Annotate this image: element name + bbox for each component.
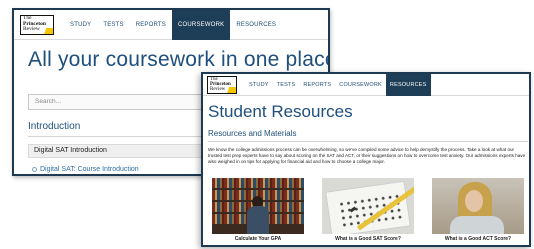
page-title: All your coursework in one place. [28,48,330,71]
nav-tests[interactable]: TESTS [97,10,129,40]
library-photo [212,178,304,234]
nav-resources[interactable]: RESOURCES [385,74,431,96]
nav-resources[interactable]: RESOURCES [230,10,282,40]
resources-window: The Princeton Review STUDY TESTS REPORTS… [201,72,531,247]
nav-coursework[interactable]: COURSEWORK [171,10,231,40]
section-heading: Resources and Materials [208,129,297,138]
nav-study[interactable]: STUDY [64,10,97,40]
divider [208,141,528,142]
page-title: Student Resources [208,102,353,121]
logo-yellow-stripe [43,28,53,34]
resource-cards: Calculate Your GPA What is a Good SAT Sc… [208,178,528,245]
top-nav: The Princeton Review STUDY TESTS REPORTS… [203,74,529,96]
student-photo [432,178,524,234]
exam-sheet-photo [322,178,414,234]
section-heading: Introduction [28,121,81,132]
resource-card-act[interactable]: What is a Good ACT Score? [428,178,528,245]
card-caption[interactable]: What is a Good ACT Score? [428,236,528,242]
logo-yellow-stripe [226,87,236,93]
intro-paragraph: We know the college admissions process c… [208,147,526,165]
card-caption[interactable]: Calculate Your GPA [208,236,308,242]
resource-card-sat[interactable]: What is a Good SAT Score? [318,178,418,245]
nav-tests[interactable]: TESTS [273,74,300,96]
princeton-review-logo[interactable]: The Princeton Review [20,15,54,35]
top-nav: The Princeton Review STUDY TESTS REPORTS… [14,10,328,40]
circle-icon [32,167,37,172]
nav-study[interactable]: STUDY [245,74,273,96]
nav-coursework[interactable]: COURSEWORK [335,74,386,96]
card-caption[interactable]: What is a Good SAT Score? [318,236,418,242]
course-link[interactable]: Digital SAT: Course Introduction [32,166,139,173]
princeton-review-logo[interactable]: The Princeton Review [207,76,237,94]
resource-card-gpa[interactable]: Calculate Your GPA [208,178,308,245]
nav-reports[interactable]: REPORTS [299,74,335,96]
nav-reports[interactable]: REPORTS [130,10,172,40]
course-link-label: Digital SAT: Course Introduction [40,166,139,173]
